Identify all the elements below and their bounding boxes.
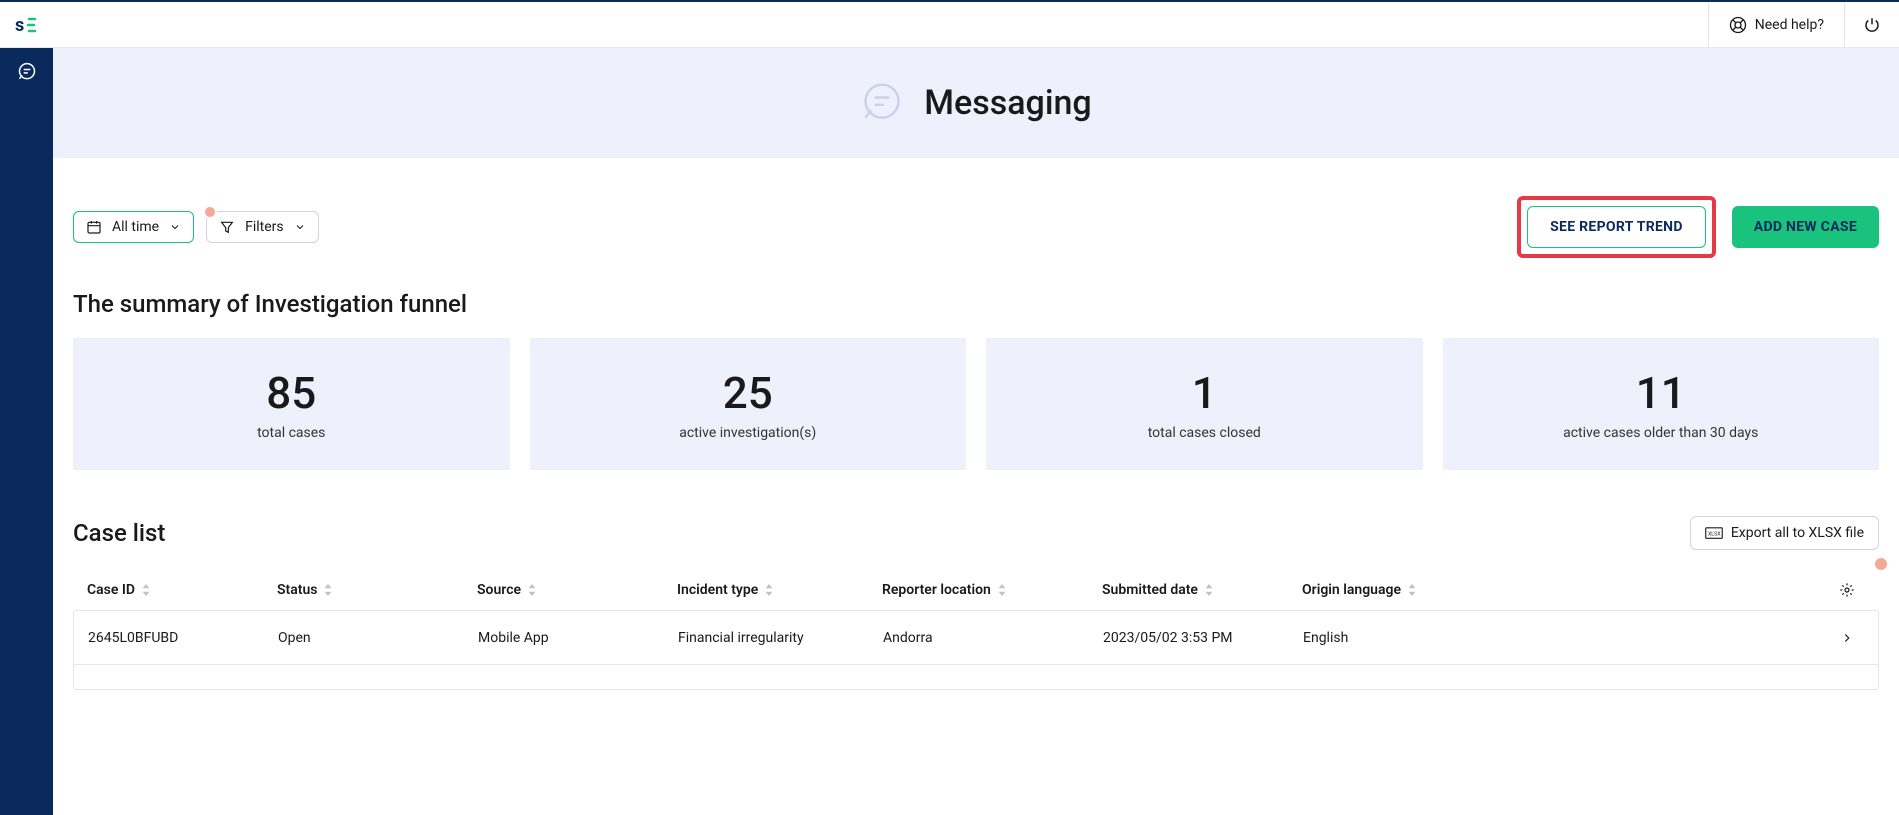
export-button[interactable]: XLSX Export all to XLSX file [1690, 516, 1879, 550]
sort-icon [141, 584, 151, 596]
sort-icon [1407, 584, 1417, 596]
column-submitted-date[interactable]: Submitted date [1102, 582, 1302, 598]
time-filter-button[interactable]: All time [73, 211, 194, 243]
topbar: Need help? [53, 2, 1899, 48]
summary-title: The summary of Investigation funnel [73, 290, 1879, 318]
column-label: Source [477, 582, 521, 598]
power-icon [1863, 16, 1881, 34]
sort-icon [997, 584, 1007, 596]
hero-message-icon [860, 81, 904, 125]
case-list-title: Case list [73, 519, 165, 547]
row-expand[interactable] [1503, 631, 1864, 645]
column-label: Origin language [1302, 582, 1401, 598]
add-new-case-label: ADD NEW CASE [1754, 219, 1857, 235]
logo-icon: s [15, 13, 39, 37]
main: Need help? Messaging [53, 2, 1899, 815]
table-head: Case ID Status Source Incident type [73, 570, 1879, 610]
need-help-label: Need help? [1755, 17, 1824, 33]
content: All time Filters [53, 158, 1899, 690]
svg-text:s: s [15, 15, 24, 36]
summary-card: 11 active cases older than 30 days [1443, 338, 1880, 470]
column-source[interactable]: Source [477, 582, 677, 598]
chevron-down-icon [294, 221, 306, 233]
table-row-empty [74, 665, 1878, 689]
summary-cards: 85 total cases 25 active investigation(s… [73, 338, 1879, 470]
column-label: Case ID [87, 582, 135, 598]
highlight-box: SEE REPORT TREND [1517, 196, 1716, 258]
help-icon [1729, 16, 1747, 34]
page-title: Messaging [924, 83, 1091, 123]
power-button[interactable] [1844, 2, 1899, 47]
svg-text:XLSX: XLSX [1708, 531, 1721, 537]
sort-icon [764, 584, 774, 596]
column-label: Submitted date [1102, 582, 1198, 598]
column-origin-language[interactable]: Origin language [1302, 582, 1502, 598]
calendar-icon [86, 219, 102, 235]
cell-origin-language: English [1303, 630, 1503, 646]
table-body: 2645L0BFUBD Open Mobile App Financial ir… [73, 610, 1879, 690]
see-report-trend-button[interactable]: SEE REPORT TREND [1527, 206, 1706, 248]
column-incident-type[interactable]: Incident type [677, 582, 882, 598]
logo[interactable]: s [0, 2, 53, 48]
column-label: Reporter location [882, 582, 991, 598]
export-label: Export all to XLSX file [1731, 525, 1864, 541]
cell-source: Mobile App [478, 630, 678, 646]
filter-left: All time Filters [73, 211, 319, 243]
chevron-down-icon [169, 221, 181, 233]
sort-icon [527, 584, 537, 596]
column-status[interactable]: Status [277, 582, 477, 598]
filter-right: SEE REPORT TREND ADD NEW CASE [1517, 196, 1879, 258]
summary-card: 85 total cases [73, 338, 510, 470]
cell-case-id: 2645L0BFUBD [88, 630, 278, 646]
indicator-dot [1873, 556, 1889, 572]
sidebar-item-messaging[interactable] [0, 48, 53, 96]
filter-icon [219, 219, 235, 235]
card-label: active investigation(s) [679, 425, 816, 441]
column-case-id[interactable]: Case ID [87, 582, 277, 598]
xlsx-icon: XLSX [1705, 526, 1723, 540]
time-filter-label: All time [112, 219, 159, 235]
card-label: total cases [257, 425, 325, 441]
add-new-case-button[interactable]: ADD NEW CASE [1732, 206, 1879, 248]
cell-submitted-date: 2023/05/02 3:53 PM [1103, 630, 1303, 646]
card-value: 1 [1192, 367, 1217, 419]
message-icon [17, 62, 37, 82]
indicator-dot [203, 205, 217, 219]
summary-card: 25 active investigation(s) [530, 338, 967, 470]
sidebar-nav [0, 48, 53, 96]
need-help-button[interactable]: Need help? [1708, 2, 1844, 47]
card-value: 85 [266, 367, 316, 419]
table-settings[interactable] [1502, 582, 1865, 598]
table-row[interactable]: 2645L0BFUBD Open Mobile App Financial ir… [74, 611, 1878, 665]
case-list-header: Case list XLSX Export all to XLSX file [73, 516, 1879, 550]
card-label: active cases older than 30 days [1563, 425, 1758, 441]
cell-status: Open [278, 630, 478, 646]
sort-icon [1204, 584, 1214, 596]
sort-icon [323, 584, 333, 596]
see-report-trend-label: SEE REPORT TREND [1550, 219, 1683, 235]
card-value: 11 [1636, 367, 1686, 419]
column-reporter-location[interactable]: Reporter location [882, 582, 1102, 598]
card-label: total cases closed [1148, 425, 1261, 441]
column-label: Incident type [677, 582, 758, 598]
filter-row: All time Filters [73, 196, 1879, 258]
column-label: Status [277, 582, 317, 598]
gear-icon [1839, 582, 1855, 598]
cell-reporter-location: Andorra [883, 630, 1103, 646]
filters-button[interactable]: Filters [206, 211, 319, 243]
hero: Messaging [53, 48, 1899, 158]
filters-label: Filters [245, 219, 284, 235]
chevron-right-icon [1840, 631, 1854, 645]
card-value: 25 [723, 367, 773, 419]
summary-card: 1 total cases closed [986, 338, 1423, 470]
cell-incident-type: Financial irregularity [678, 630, 883, 646]
case-table: Case ID Status Source Incident type [73, 570, 1879, 690]
sidebar: s [0, 2, 53, 815]
